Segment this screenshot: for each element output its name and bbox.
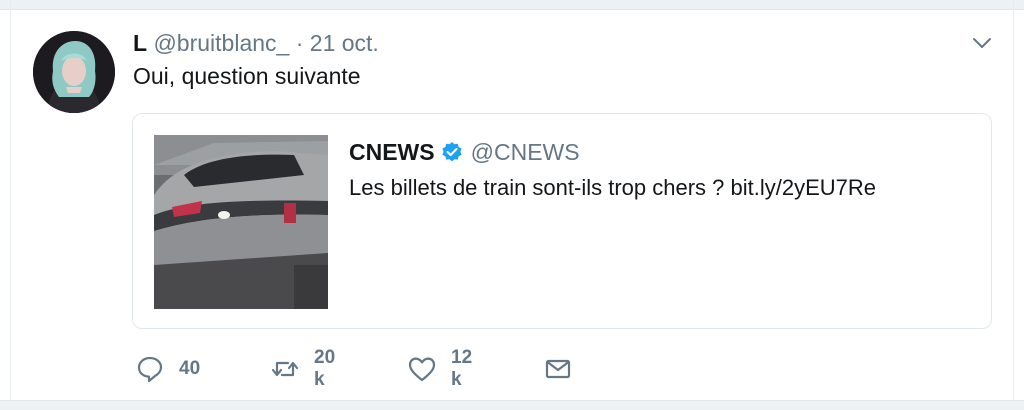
like-count: 12 k bbox=[451, 347, 473, 390]
reply-button[interactable]: 40 bbox=[135, 352, 200, 386]
heart-icon bbox=[407, 354, 437, 384]
author-name[interactable]: L bbox=[133, 30, 147, 56]
tweet-header: L @bruitblanc_ · 21 oct. bbox=[133, 29, 379, 57]
quoted-author-name[interactable]: CNEWS bbox=[349, 138, 435, 166]
quoted-tweet-card[interactable]: CNEWS @CNEWS Les billets de train sont-i… bbox=[132, 113, 992, 329]
retweet-count: 20 k bbox=[314, 347, 336, 390]
quoted-tweet-header: CNEWS @CNEWS bbox=[349, 138, 580, 166]
left-border bbox=[0, 0, 11, 409]
right-border bbox=[1013, 0, 1024, 409]
tweet-text: Oui, question suivante bbox=[133, 63, 361, 89]
author-handle[interactable]: @bruitblanc_ bbox=[153, 30, 289, 56]
direct-message-button[interactable] bbox=[543, 352, 573, 386]
top-divider bbox=[0, 0, 1024, 10]
train-image bbox=[154, 135, 328, 309]
chevron-down-icon[interactable] bbox=[970, 33, 994, 53]
avatar-image bbox=[33, 31, 115, 113]
quoted-author-handle[interactable]: @CNEWS bbox=[471, 138, 580, 166]
reply-count: 40 bbox=[179, 358, 201, 379]
retweet-icon bbox=[270, 354, 300, 384]
quoted-tweet-text: Les billets de train sont-ils trop chers… bbox=[349, 175, 877, 200]
verified-badge-icon bbox=[441, 141, 463, 163]
like-button[interactable]: 12 k bbox=[407, 347, 472, 390]
avatar[interactable] bbox=[33, 31, 115, 113]
header-separator: · bbox=[295, 30, 304, 56]
quoted-tweet-image[interactable] bbox=[154, 135, 328, 309]
reply-icon bbox=[135, 354, 165, 384]
tweet-date[interactable]: 21 oct. bbox=[310, 30, 379, 56]
retweet-button[interactable]: 20 k bbox=[270, 347, 335, 390]
envelope-icon bbox=[543, 354, 573, 384]
